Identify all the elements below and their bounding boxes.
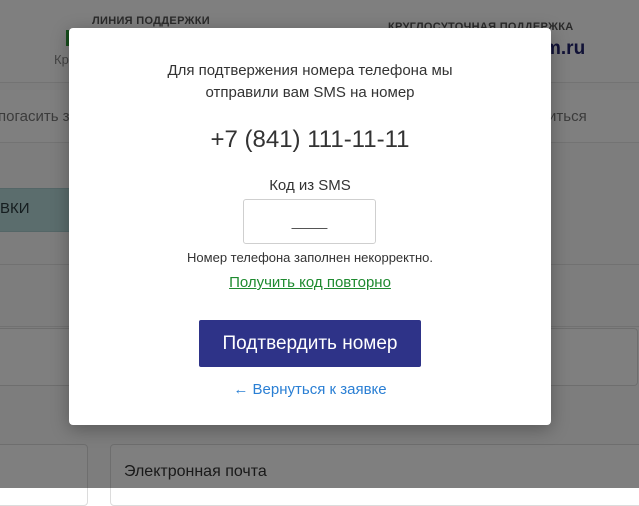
back-link-label: Вернуться к заявке — [252, 381, 387, 398]
phone-confirm-dialog: Для подтвержения номера телефона мы отпр… — [69, 28, 551, 425]
back-to-application-link[interactable]: ← Вернуться к заявке — [233, 381, 386, 398]
confirm-message: Для подтвержения номера телефона мы отпр… — [69, 60, 551, 104]
resend-code-row: Получить код повторно — [69, 274, 551, 291]
confirm-message-line-2: отправили вам SMS на номер — [205, 84, 415, 101]
sms-code-input[interactable] — [243, 199, 376, 244]
arrow-left-icon: ← — [233, 381, 249, 398]
sms-code-label: Код из SMS — [269, 177, 351, 194]
resend-code-link[interactable]: Получить код повторно — [229, 274, 391, 291]
validation-error: Номер телефона заполнен некорректно. — [187, 250, 433, 265]
phone-number: +7 (841) 111-11-11 — [210, 126, 410, 153]
confirm-number-button[interactable]: Подтвердить номер — [199, 320, 421, 367]
confirm-message-line-1: Для подтвержения номера телефона мы — [167, 62, 453, 79]
back-row: ← Вернуться к заявке — [69, 381, 551, 398]
